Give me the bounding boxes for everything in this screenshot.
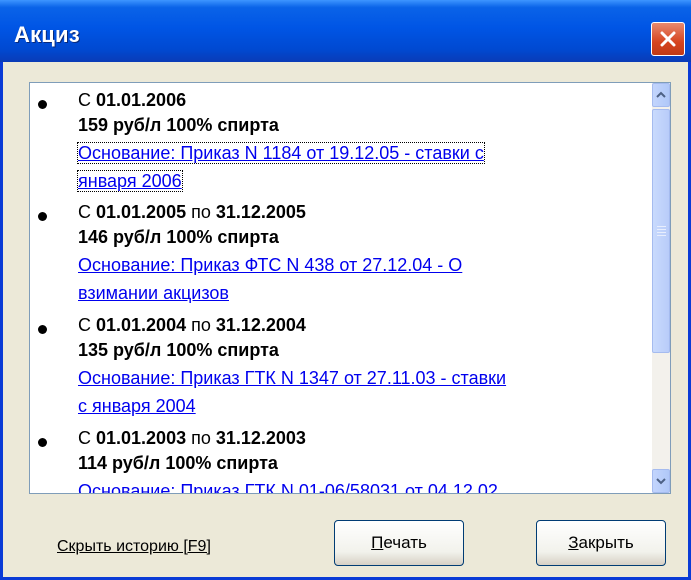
close-x-icon: [660, 31, 676, 47]
basis-link-cont[interactable]: взимании акцизов: [78, 281, 229, 305]
rate-text: 135 руб/л 100% спирта: [78, 340, 279, 360]
scroll-up-button[interactable]: [652, 83, 670, 107]
basis-link[interactable]: Основание: Приказ ФТС N 438 от 27.12.04 …: [78, 253, 462, 277]
dialog-window: Акциз С 01.01.2006 159 руб/л 100% спирта…: [0, 0, 691, 580]
close-window-button[interactable]: [651, 22, 685, 56]
basis-link-cont[interactable]: с января 2004: [78, 394, 196, 418]
window-title: Акциз: [14, 22, 80, 47]
close-button[interactable]: Закрыть: [536, 520, 666, 566]
bullet-icon: [38, 325, 47, 334]
basis-link[interactable]: Основание: Приказ N 1184 от 19.12.05 - с…: [77, 141, 485, 165]
basis-link-cont[interactable]: января 2006: [77, 169, 183, 193]
chevron-down-icon: [656, 478, 666, 485]
period-line: С 01.01.2004 по 31.12.2004: [78, 315, 306, 335]
basis-link[interactable]: Основание: Приказ ГТК N 1347 от 27.11.03…: [78, 366, 506, 390]
print-button[interactable]: Печать: [334, 520, 464, 566]
scroll-thumb[interactable]: [652, 109, 670, 353]
bullet-icon: [38, 212, 47, 221]
title-bar[interactable]: Акциз: [0, 0, 691, 62]
excise-history-list: С 01.01.2006 159 руб/л 100% спирта Основ…: [30, 83, 652, 493]
hide-history-link[interactable]: Скрыть историю [F9]: [57, 538, 211, 556]
period-line: С 01.01.2003 по 31.12.2003: [78, 428, 306, 448]
bullet-icon: [38, 438, 47, 447]
vertical-scrollbar[interactable]: [652, 83, 670, 493]
chevron-up-icon: [656, 91, 666, 98]
scroll-down-button[interactable]: [652, 469, 670, 493]
rate-text: 114 руб/л 100% спирта: [78, 453, 278, 473]
period-line: С 01.01.2005 по 31.12.2005: [78, 202, 306, 222]
period-line: С 01.01.2006: [78, 90, 187, 110]
bullet-icon: [38, 100, 47, 109]
rate-text: 159 руб/л 100% спирта: [78, 115, 279, 135]
history-panel: С 01.01.2006 159 руб/л 100% спирта Основ…: [29, 82, 671, 494]
basis-link[interactable]: Основание: Приказ ГТК N 01-06/58031 от 0…: [78, 479, 498, 493]
rate-text: 146 руб/л 100% спирта: [78, 227, 279, 247]
